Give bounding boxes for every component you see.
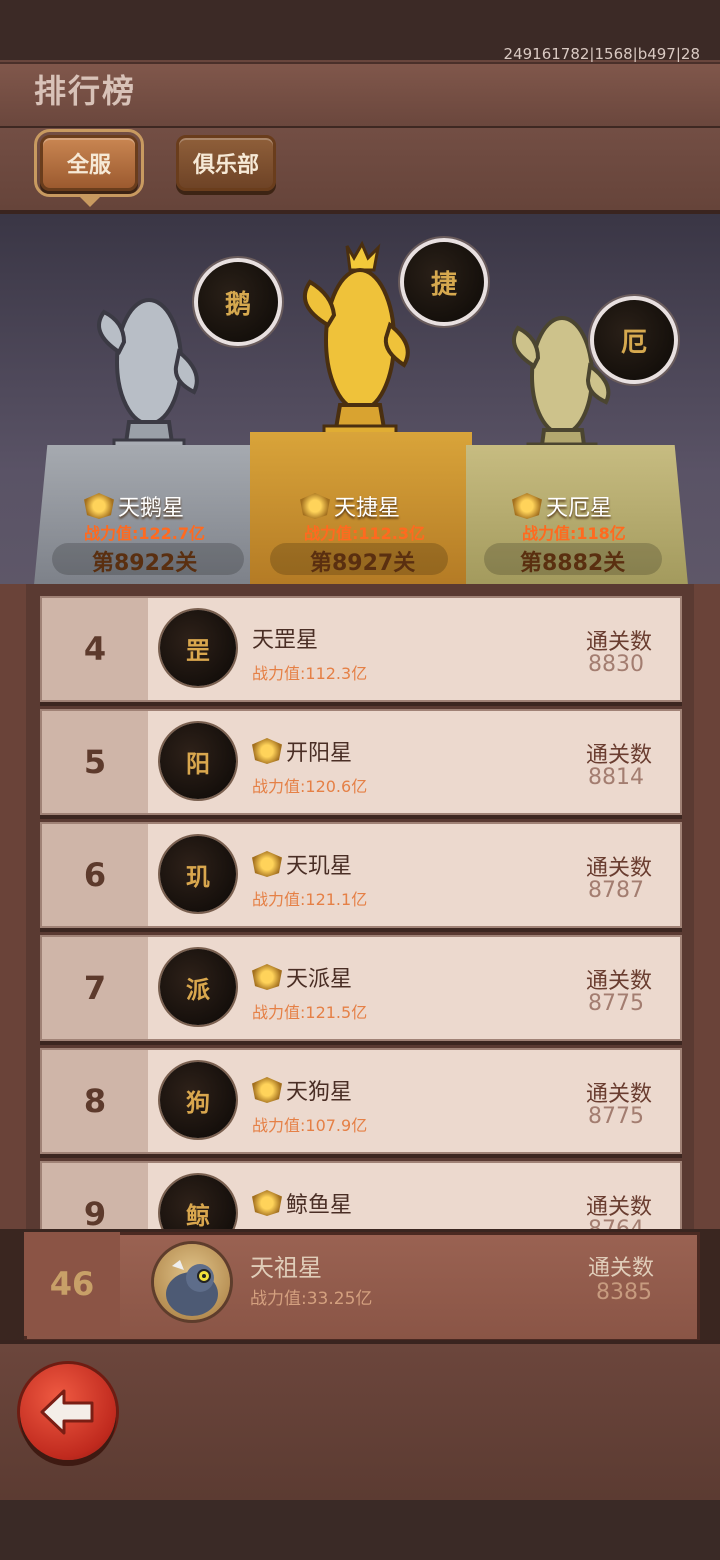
crown-badge-icon (252, 964, 282, 990)
podium-name-3: 天厄星 (512, 490, 612, 522)
back-button[interactable] (20, 1364, 116, 1460)
stat-value: 8830 (588, 652, 644, 677)
podium-power-3: 战力值:118亿 (522, 524, 626, 543)
player-name: 天派星 (252, 961, 352, 993)
list-item[interactable]: 9 鲸 鲸鱼星 通关数 8764 (40, 1161, 682, 1229)
crown-badge-icon (252, 1190, 282, 1216)
tab-club[interactable]: 俱乐部 (176, 135, 276, 191)
podium-name-text: 天厄星 (546, 496, 613, 521)
avatar[interactable]: 派 (160, 949, 236, 1025)
player-name-text: 天罡星 (252, 628, 319, 653)
list-item[interactable]: 5 阳 开阳星 战力值:120.6亿 通关数 8814 (40, 709, 682, 815)
stat-value: 8775 (588, 1104, 644, 1129)
player-power: 战力值:121.1亿 (252, 890, 368, 909)
player-name-text: 开阳星 (286, 741, 353, 766)
back-arrow-icon (40, 1389, 94, 1435)
podium-name-text: 天捷星 (334, 496, 401, 521)
my-stat-value: 8385 (596, 1280, 652, 1305)
player-name: 鲸鱼星 (252, 1187, 352, 1219)
ranking-list[interactable]: 4 罡 天罡星 战力值:112.3亿 通关数 8830 5 阳 开阳星 战力值:… (0, 584, 720, 1229)
list-item[interactable]: 6 玑 天玑星 战力值:121.1亿 通关数 8787 (40, 822, 682, 928)
crown-badge-icon (252, 738, 282, 764)
podium-name-text: 天鹅星 (118, 496, 185, 521)
my-name: 天祖星 (250, 1254, 322, 1282)
crown-badge-icon (252, 1077, 282, 1103)
stat-value: 8764 (588, 1217, 644, 1229)
rank-number: 9 (42, 1163, 148, 1229)
podium-avatar-2[interactable]: 鹅 (194, 258, 282, 346)
podium-level-1: 第8927关 (310, 551, 416, 576)
player-name-text: 天狗星 (286, 1080, 353, 1105)
list-frame-right (694, 584, 720, 1229)
list-item[interactable]: 4 罡 天罡星 战力值:112.3亿 通关数 8830 (40, 596, 682, 702)
rank-number: 4 (42, 598, 148, 700)
player-name: 天罡星 (252, 622, 318, 654)
player-power: 战力值:120.6亿 (252, 777, 368, 796)
avatar[interactable]: 玑 (160, 836, 236, 912)
podium-name-2: 天鹅星 (84, 490, 184, 522)
avatar[interactable]: 狗 (160, 1062, 236, 1138)
podium-power-2: 战力值:122.7亿 (84, 524, 206, 543)
player-name-text: 天派星 (286, 967, 353, 992)
crown-badge-icon (252, 851, 282, 877)
rank-number: 7 (42, 937, 148, 1039)
my-power: 战力值:33.25亿 (250, 1289, 373, 1309)
stat-value: 8787 (588, 878, 644, 903)
rank-number: 5 (42, 711, 148, 813)
debug-info: 249161782|1568|b497|28 (503, 45, 700, 63)
list-item[interactable]: 8 狗 天狗星 战力值:107.9亿 通关数 8775 (40, 1048, 682, 1154)
my-rank-number: 46 (49, 1265, 95, 1303)
crown-badge-icon (84, 493, 114, 519)
pigeon-avatar-icon (166, 1260, 218, 1316)
player-name: 开阳星 (252, 735, 352, 767)
crown-badge-icon (512, 493, 542, 519)
rank-number: 6 (42, 824, 148, 926)
podium-power-1: 战力值:112.3亿 (304, 524, 426, 543)
player-power: 战力值:121.5亿 (252, 1003, 368, 1022)
stat-value: 8775 (588, 991, 644, 1016)
player-name: 天狗星 (252, 1074, 352, 1106)
podium-avatar-3[interactable]: 厄 (590, 296, 678, 384)
page-title: 排行榜 (34, 72, 137, 110)
avatar[interactable] (154, 1244, 230, 1320)
tab-all-server[interactable]: 全服 (34, 129, 144, 197)
player-name-text: 天玑星 (286, 854, 353, 879)
list-item[interactable]: 7 派 天派星 战力值:121.5亿 通关数 8775 (40, 935, 682, 1041)
avatar[interactable]: 阳 (160, 723, 236, 799)
crown-badge-icon (300, 493, 330, 519)
player-name: 天玑星 (252, 848, 352, 880)
bottom-frame (0, 1500, 720, 1560)
player-power: 战力值:107.9亿 (252, 1116, 368, 1135)
rank-number: 8 (42, 1050, 148, 1152)
podium-avatar-1[interactable]: 捷 (400, 238, 488, 326)
podium-name-1: 天捷星 (300, 490, 400, 522)
list-frame-left (0, 584, 26, 1229)
podium-level-3: 第8882关 (520, 551, 626, 576)
podium-level-2: 第8922关 (92, 551, 198, 576)
player-power: 战力值:112.3亿 (252, 664, 368, 683)
tab-selected-indicator (78, 195, 102, 207)
player-name-text: 鲸鱼星 (286, 1193, 353, 1218)
stat-value: 8814 (588, 765, 644, 790)
avatar[interactable]: 罡 (160, 610, 236, 686)
my-stat-label: 通关数 (588, 1256, 655, 1281)
